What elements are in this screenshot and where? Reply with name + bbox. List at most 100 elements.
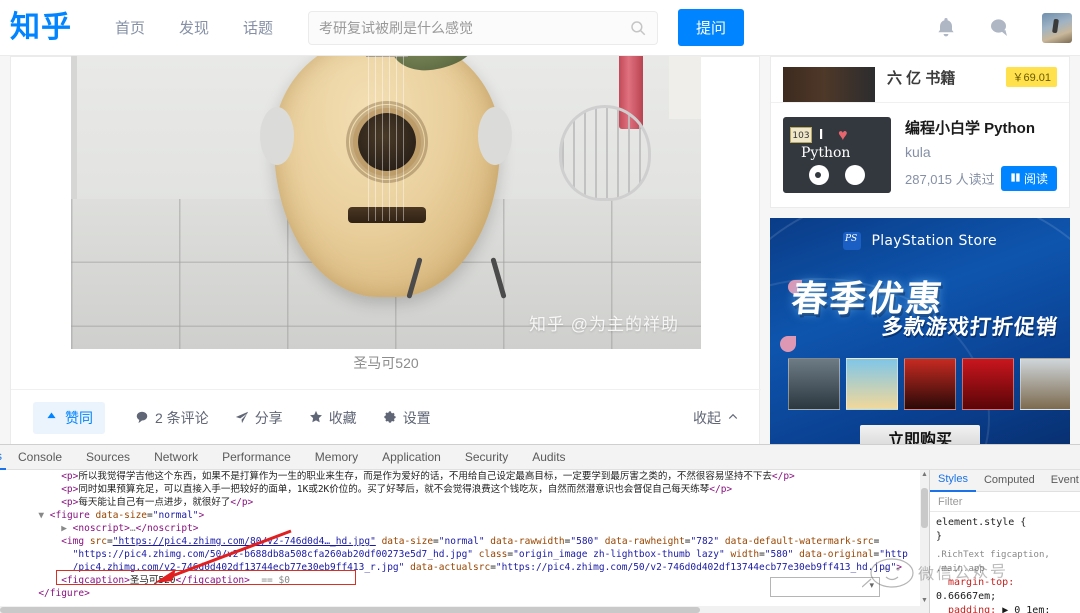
- styles-tab-bar: Styles Computed Event: [930, 470, 1080, 492]
- page-body: 知乎 @为主的祥助 圣马可520 赞同 2 条评论 分享 收藏 设置 收起 六 …: [0, 56, 1080, 444]
- tab-event-listeners[interactable]: Event: [1043, 470, 1080, 491]
- game-cover-1: [788, 358, 840, 410]
- css-rule-2[interactable]: padding: ▶ 0 1em;: [936, 604, 1080, 613]
- share-button[interactable]: 分享: [235, 408, 283, 428]
- tab-application[interactable]: Application: [370, 445, 453, 469]
- playstation-store-label: PlayStation Store: [871, 233, 997, 249]
- heart-icon: ♥: [838, 127, 848, 144]
- collapse-button[interactable]: 收起: [693, 408, 739, 428]
- search-icon[interactable]: [629, 19, 647, 37]
- settings-button[interactable]: 设置: [383, 408, 431, 428]
- devtools-body: <p>所以我觉得学吉他这个东西，如果不是打算作为一生的职业来生存，而是作为爱好的…: [0, 470, 1080, 613]
- book-cover-badge: 103: [790, 127, 812, 143]
- styles-rules[interactable]: element.style { } .RichText figcaption, …: [930, 512, 1080, 613]
- inline-select-dropdown[interactable]: [770, 577, 880, 597]
- dom-line[interactable]: <p>同时如果预算充足，可以直接入手一把较好的面单，1K或2K价位的。买了好琴后…: [4, 483, 929, 496]
- ask-question-button[interactable]: 提问: [678, 9, 745, 46]
- comments-button[interactable]: 2 条评论: [135, 408, 209, 428]
- dom-line[interactable]: /pic4.zhimg.com/v2-746d0d402df13744ecb77…: [4, 561, 929, 574]
- tab-memory[interactable]: Memory: [303, 445, 370, 469]
- bell-icon[interactable]: [934, 16, 958, 40]
- devtools-panel: s Console Sources Network Performance Me…: [0, 444, 1080, 613]
- search-box[interactable]: [308, 10, 659, 45]
- playstation-store-header: PlayStation Store: [770, 232, 1070, 250]
- vote-up-label: 赞同: [65, 409, 93, 426]
- dom-line[interactable]: <p>每天能让自己有一点进步，就很好了</p>: [4, 496, 929, 509]
- promo-row-title: 六 亿 书籍: [887, 70, 956, 87]
- book-promo-row[interactable]: 103 I ♥ Python 编程小白学 Python kula 287,015…: [771, 103, 1069, 207]
- comment-icon: [135, 410, 150, 425]
- styles-filter-input[interactable]: Filter: [930, 492, 1080, 512]
- guitar-photo: [238, 56, 534, 301]
- read-button[interactable]: 阅读: [1000, 166, 1057, 191]
- answer-image[interactable]: 知乎 @为主的祥助: [71, 56, 701, 349]
- scroll-down-arrow[interactable]: ▼: [920, 596, 929, 606]
- css-selector: .RichText figcaption, .main.app: [936, 550, 1050, 574]
- tab-audits[interactable]: Audits: [520, 445, 577, 469]
- read-button-label: 阅读: [1023, 172, 1048, 186]
- settings-label: 设置: [402, 409, 431, 426]
- zhihu-logo[interactable]: 知乎: [10, 12, 72, 43]
- dom-line[interactable]: <p>所以我觉得学吉他这个东西，如果不是打算作为一生的职业来生存，而是作为爱好的…: [4, 470, 929, 483]
- collapse-label: 收起: [693, 409, 721, 426]
- book-icon: [1010, 172, 1021, 186]
- favorite-label: 收藏: [328, 409, 357, 426]
- game-cover-2: [846, 358, 898, 410]
- figure-caption: 圣马可520: [353, 355, 419, 371]
- banner-subheadline: 多款游戏打折促销: [880, 316, 1060, 339]
- tab-computed[interactable]: Computed: [976, 470, 1043, 491]
- tab-styles[interactable]: Styles: [930, 469, 976, 492]
- dom-vertical-scrollbar[interactable]: ▲ ▼: [920, 470, 929, 613]
- playstation-ad-banner[interactable]: PlayStation Store 春季优惠 多款游戏打折促销 立即购买 优惠期…: [770, 218, 1070, 444]
- message-icon[interactable]: [988, 16, 1012, 40]
- game-cover-5: [1020, 358, 1070, 410]
- book-title: 编程小白学 Python: [905, 120, 1035, 137]
- css-prop-padding: padding: [948, 605, 991, 613]
- promo-row-top[interactable]: 六 亿 书籍 ￥69.01: [771, 57, 1069, 103]
- dom-horizontal-scrollbar[interactable]: [0, 606, 929, 613]
- vote-up-button[interactable]: 赞同: [33, 401, 105, 434]
- nav-explore[interactable]: 发现: [162, 17, 226, 38]
- css-rule-1[interactable]: margin-top: 0.66667em;: [936, 576, 1080, 604]
- dom-line[interactable]: <img src="https://pic4.zhimg.com/80/v2-7…: [4, 535, 929, 548]
- zhihu-devtools-screen: 知乎 首页 发现 话题 提问: [0, 0, 1080, 613]
- search-input[interactable]: [319, 19, 630, 36]
- comments-label: 2 条评论: [155, 409, 209, 426]
- playstation-logo-icon: [843, 232, 861, 250]
- header-actions: [934, 12, 1072, 43]
- nav-topics[interactable]: 话题: [226, 17, 290, 38]
- promo-price-badge: ￥69.01: [1006, 67, 1057, 87]
- avatar[interactable]: [1042, 12, 1072, 43]
- book-cover-python: Python: [801, 145, 851, 161]
- game-cover-4: [962, 358, 1014, 410]
- star-icon: [309, 410, 324, 425]
- css-value-margin-top: 0.66667em;: [936, 591, 997, 602]
- tab-performance[interactable]: Performance: [210, 445, 303, 469]
- buy-now-button[interactable]: 立即购买: [860, 425, 980, 444]
- photo-box: [669, 56, 701, 119]
- element-style-rule: element.style {: [936, 517, 1027, 528]
- answer-action-bar: 赞同 2 条评论 分享 收藏 设置 收起: [11, 389, 761, 444]
- dom-line[interactable]: "https://pic4.zhimg.com/50/v2-b688db8a50…: [4, 548, 929, 561]
- dom-line[interactable]: ▶ <noscript>…</noscript>: [4, 522, 929, 535]
- tab-security[interactable]: Security: [453, 445, 520, 469]
- styles-pane: Styles Computed Event Filter element.sty…: [930, 470, 1080, 613]
- tab-sources[interactable]: Sources: [74, 445, 142, 469]
- scroll-up-arrow[interactable]: ▲: [920, 470, 929, 480]
- chevron-up-icon: [727, 410, 739, 426]
- photo-basket: [559, 105, 651, 201]
- book-read-count: 287,015 人读过: [905, 172, 995, 187]
- image-watermark: 知乎 @为主的祥助: [529, 315, 679, 334]
- tab-console[interactable]: Console: [6, 445, 74, 469]
- tab-network[interactable]: Network: [142, 445, 210, 469]
- book-author: kula: [905, 144, 931, 160]
- glasses-icon: [809, 165, 865, 185]
- nav-home[interactable]: 首页: [98, 17, 162, 38]
- book-bottom-row: 287,015 人读过 阅读: [905, 166, 1057, 191]
- book-cover: 103 I ♥ Python: [783, 117, 891, 193]
- css-prop-margin-top: margin-top: [948, 577, 1009, 588]
- dom-line[interactable]: ▼ <figure data-size="normal">: [4, 509, 929, 522]
- promo-thumbnail: [783, 67, 875, 102]
- favorite-button[interactable]: 收藏: [309, 408, 357, 428]
- answer-card: 知乎 @为主的祥助 圣马可520 赞同 2 条评论 分享 收藏 设置 收起: [10, 56, 761, 444]
